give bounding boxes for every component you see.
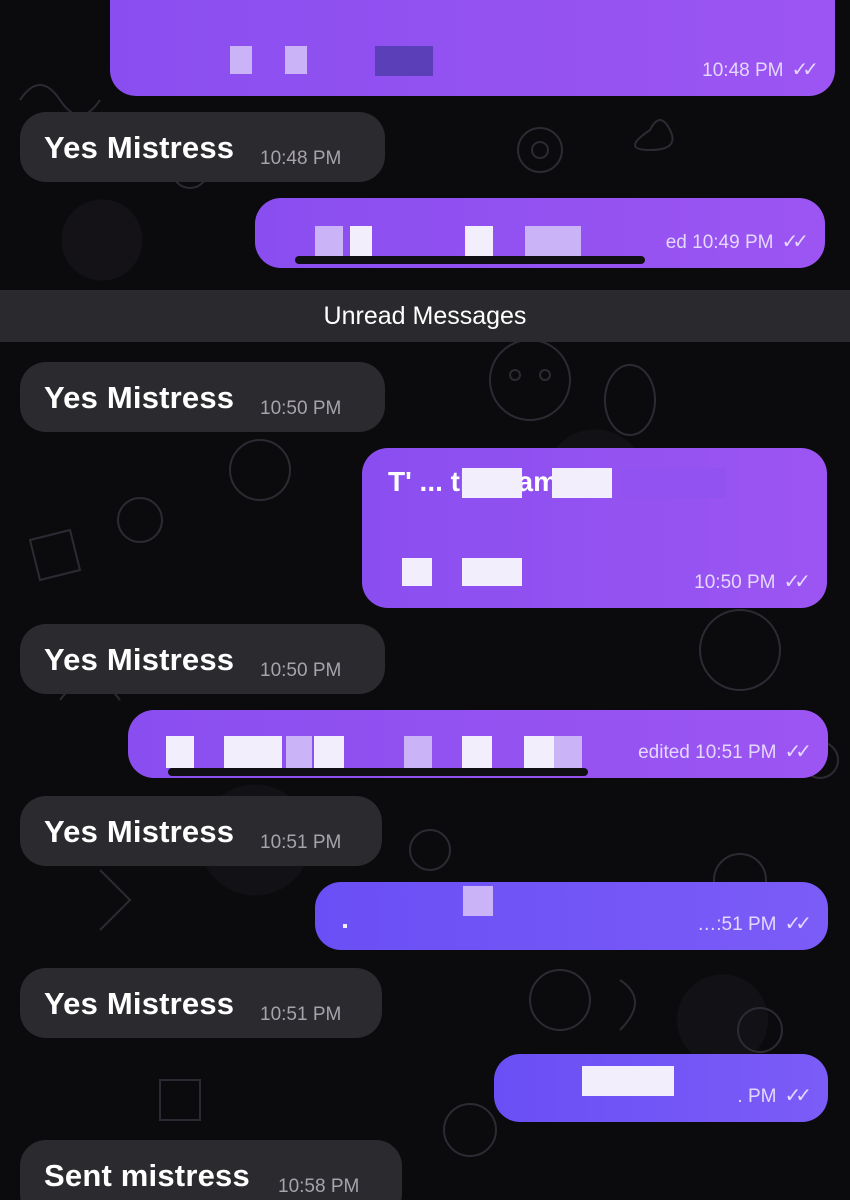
redaction-block — [462, 736, 492, 768]
redaction-block — [524, 736, 554, 768]
message-meta: …:51 PM ✓✓ — [697, 911, 812, 936]
outgoing-message[interactable]: …:51 PM ✓✓ — [315, 882, 828, 950]
message-text: Yes Mistress — [44, 986, 235, 1021]
message-time: . PM — [737, 1086, 777, 1107]
redaction-block — [375, 46, 433, 76]
message-time: 10:48 PM — [260, 148, 342, 169]
incoming-message[interactable]: Yes Mistress 10:51 PM — [20, 968, 382, 1038]
incoming-message[interactable]: Yes Mistress 10:50 PM — [20, 624, 385, 694]
redaction-block — [622, 468, 726, 498]
redaction-block — [552, 468, 612, 498]
redaction-block — [314, 736, 344, 768]
redaction-block — [462, 558, 522, 586]
redaction-block — [343, 924, 347, 928]
redaction-block — [166, 736, 194, 768]
message-meta: . PM ✓✓ — [737, 1083, 811, 1108]
redaction-block — [230, 46, 252, 74]
redaction-block — [404, 736, 432, 768]
double-check-icon: ✓✓ — [783, 571, 810, 593]
message-time: 10:58 PM — [278, 1176, 360, 1197]
double-check-icon: ✓✓ — [781, 231, 808, 253]
redaction-scrawl — [295, 256, 645, 264]
unread-messages-divider: Unread Messages — [0, 290, 850, 342]
redaction-block — [224, 736, 282, 768]
message-text: Yes Mistress — [44, 130, 235, 165]
outgoing-message[interactable]: . PM ✓✓ — [494, 1054, 828, 1122]
incoming-message[interactable]: Yes Mistress 10:51 PM — [20, 796, 382, 866]
message-meta: edited 10:51 PM ✓✓ — [638, 739, 812, 764]
double-check-icon: ✓✓ — [784, 913, 811, 935]
message-text: Yes Mistress — [44, 380, 235, 415]
redaction-block — [286, 736, 312, 768]
message-meta: 10:48 PM ✓✓ — [702, 57, 819, 82]
message-time: 10:50 PM — [260, 398, 342, 419]
incoming-message[interactable]: Yes Mistress 10:48 PM — [20, 112, 385, 182]
incoming-message[interactable]: Sent mistress 10:58 PM — [20, 1140, 402, 1200]
message-time: 10:50 PM — [694, 572, 776, 593]
outgoing-message[interactable]: T' ... the name of 10:50 PM✓✓ — [362, 448, 827, 608]
double-check-icon: ✓✓ — [784, 741, 811, 763]
outgoing-message[interactable]: ed 10:49 PM ✓✓ — [255, 198, 825, 268]
chat-view[interactable]: 10:48 PM ✓✓ Yes Mistress 10:48 PM ed 10:4… — [0, 0, 850, 1200]
message-text: Yes Mistress — [44, 814, 235, 849]
redaction-block — [463, 886, 493, 916]
message-time: …:51 PM — [697, 914, 777, 935]
redaction-block — [285, 46, 307, 74]
message-meta: 10:50 PM ✓✓ — [694, 569, 811, 594]
redaction-block — [582, 1066, 674, 1096]
message-time: ed 10:49 PM — [665, 232, 774, 253]
redaction-block — [462, 468, 522, 498]
redaction-block — [554, 736, 582, 768]
message-time: edited 10:51 PM — [638, 742, 777, 763]
redaction-block — [525, 226, 581, 256]
double-check-icon: ✓✓ — [784, 1085, 811, 1107]
message-time: 10:51 PM — [260, 832, 342, 853]
message-text: Sent mistress — [44, 1158, 250, 1193]
message-text: Yes Mistress — [44, 642, 235, 677]
message-time: 10:48 PM — [702, 60, 784, 81]
message-meta: ed 10:49 PM ✓✓ — [665, 229, 809, 254]
message-time: 10:50 PM — [260, 660, 342, 681]
redaction-block — [315, 226, 343, 256]
message-time: 10:51 PM — [260, 1004, 342, 1025]
redaction-block — [402, 558, 432, 586]
redaction-block — [350, 226, 372, 256]
double-check-icon: ✓✓ — [791, 59, 818, 81]
redaction-scrawl — [168, 768, 588, 776]
outgoing-message[interactable]: edited 10:51 PM ✓✓ — [128, 710, 828, 778]
redaction-block — [465, 226, 493, 256]
incoming-message[interactable]: Yes Mistress 10:50 PM — [20, 362, 385, 432]
outgoing-message[interactable]: 10:48 PM ✓✓ — [110, 0, 835, 96]
